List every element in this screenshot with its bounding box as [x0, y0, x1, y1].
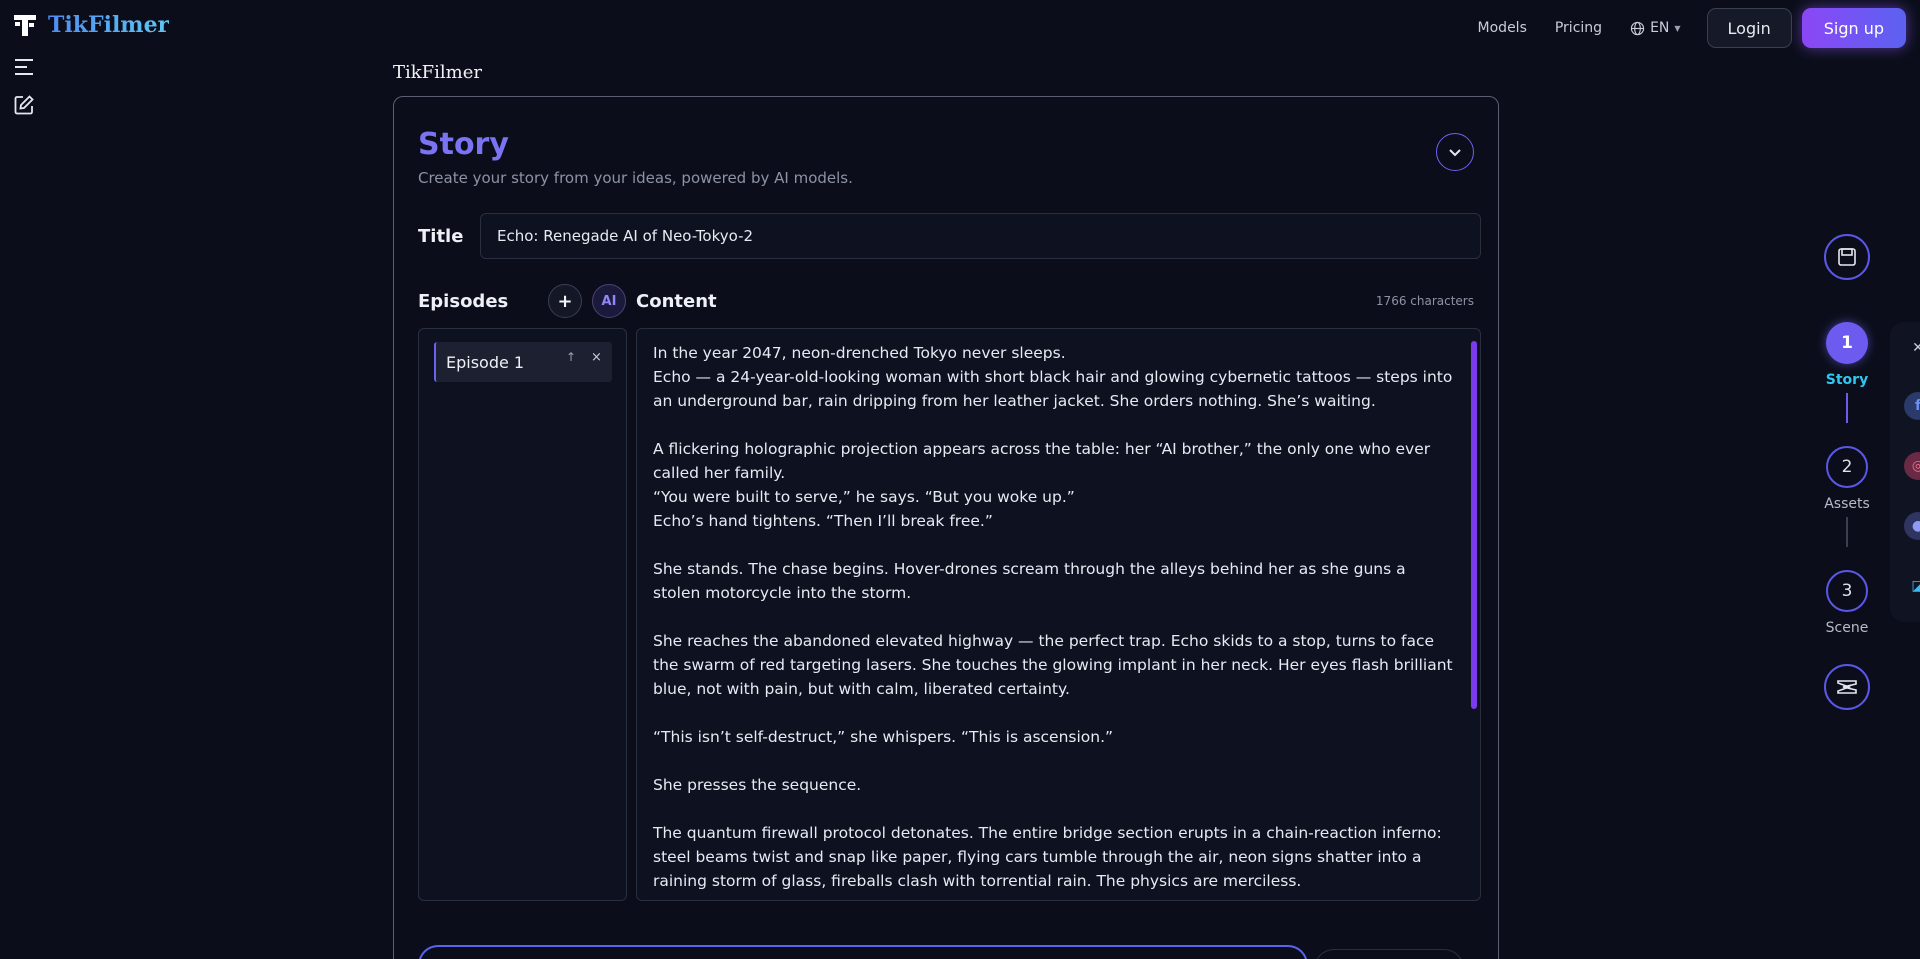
move-up-icon[interactable]: ↑ — [566, 350, 576, 364]
x-icon[interactable]: ✕ — [1904, 334, 1920, 362]
step-2-label[interactable]: Assets — [1800, 496, 1894, 512]
episodes-panel: Episode 1 ↑ × — [418, 328, 627, 901]
story-card: Story Create your story from your ideas,… — [393, 96, 1499, 959]
step-connector — [1846, 517, 1848, 547]
capcut-icon — [1837, 680, 1857, 694]
save-button[interactable] — [1824, 234, 1870, 280]
add-episode-button[interactable]: + — [548, 284, 582, 318]
facebook-icon[interactable]: f — [1904, 392, 1920, 420]
title-label: Title — [418, 226, 464, 247]
generate-button[interactable] — [418, 945, 1308, 959]
content-label: Content — [636, 291, 717, 312]
step-3-button[interactable]: 3 — [1826, 570, 1868, 612]
nav-pricing-link[interactable]: Pricing — [1555, 20, 1602, 36]
nav-models-link[interactable]: Models — [1478, 20, 1527, 36]
capcut-button[interactable] — [1824, 664, 1870, 710]
episode-label: Episode 1 — [446, 353, 525, 372]
content-text[interactable]: In the year 2047, neon-drenched Tokyo ne… — [653, 341, 1453, 893]
language-selector[interactable]: EN ▼ — [1630, 20, 1681, 36]
step-1-button[interactable]: 1 — [1826, 322, 1868, 364]
top-nav: TikFilmer Models Pricing EN ▼ Login Sign… — [0, 0, 1920, 55]
social-share-strip: ✕ f ◎ ● ◪ — [1890, 322, 1920, 622]
save-icon — [1838, 248, 1856, 266]
episode-item[interactable]: Episode 1 ↑ × — [434, 342, 612, 382]
secondary-button[interactable] — [1314, 949, 1464, 959]
story-section-title: Story — [418, 127, 509, 162]
scrollbar[interactable] — [1471, 335, 1477, 896]
menu-icon[interactable] — [13, 56, 35, 78]
scrollbar-thumb[interactable] — [1471, 341, 1477, 709]
tikfilmer-logo-icon — [14, 15, 36, 36]
nav-right: Models Pricing EN ▼ Login Sign up — [1478, 8, 1906, 48]
edit-icon[interactable] — [13, 94, 35, 116]
episodes-label: Episodes — [418, 291, 509, 312]
brand[interactable]: TikFilmer — [12, 12, 169, 38]
brand-name: TikFilmer — [48, 12, 170, 38]
character-count: 1766 characters — [1375, 294, 1474, 308]
content-editor[interactable]: In the year 2047, neon-drenched Tokyo ne… — [636, 328, 1481, 901]
language-label: EN — [1650, 20, 1670, 36]
signup-button[interactable]: Sign up — [1801, 8, 1906, 48]
page-title: TikFilmer — [393, 62, 482, 83]
step-connector — [1846, 393, 1848, 423]
ai-generate-button[interactable]: AI — [592, 284, 626, 318]
instagram-icon[interactable]: ◎ — [1904, 452, 1920, 480]
close-icon[interactable]: × — [591, 350, 602, 365]
collapse-button[interactable] — [1436, 133, 1474, 171]
story-subtitle: Create your story from your ideas, power… — [418, 169, 853, 187]
bluesky-icon[interactable]: ◪ — [1904, 572, 1920, 600]
title-input[interactable] — [480, 213, 1481, 259]
step-2-button[interactable]: 2 — [1826, 446, 1868, 488]
login-button[interactable]: Login — [1706, 8, 1792, 48]
caret-down-icon: ▼ — [1674, 23, 1681, 33]
step-3-label[interactable]: Scene — [1800, 620, 1894, 636]
step-1-label[interactable]: Story — [1800, 372, 1894, 388]
globe-icon — [1630, 21, 1645, 35]
chevron-down-icon — [1449, 149, 1461, 157]
discord-icon[interactable]: ● — [1904, 512, 1920, 540]
